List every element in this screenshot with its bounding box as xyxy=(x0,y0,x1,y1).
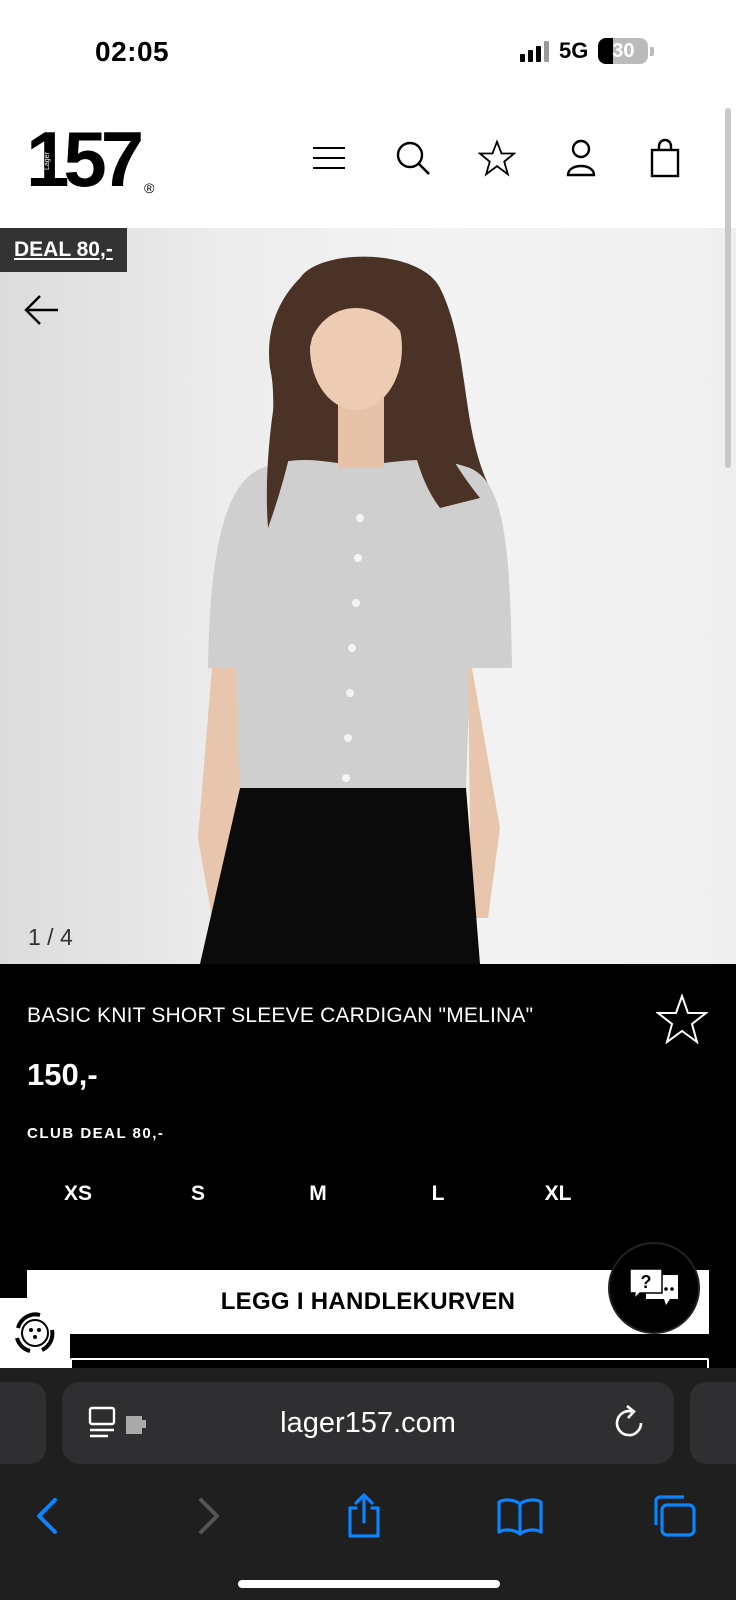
product-price: 150,- xyxy=(27,1057,98,1092)
url-text: lager157.com xyxy=(280,1407,456,1439)
status-time: 02:05 xyxy=(95,36,170,67)
size-option-xl[interactable]: XL xyxy=(508,1174,608,1214)
status-indicators: 5G 30 xyxy=(520,38,655,64)
reload-icon[interactable] xyxy=(610,1404,648,1442)
back-icon[interactable] xyxy=(22,1490,74,1542)
forward-icon[interactable] xyxy=(182,1490,234,1542)
battery-tip xyxy=(650,46,655,56)
size-option-m[interactable]: M xyxy=(268,1174,368,1214)
favorite-star-icon[interactable] xyxy=(655,992,710,1046)
chat-widget-button[interactable]: ? xyxy=(608,1242,700,1334)
battery-icon: 30 xyxy=(598,38,649,64)
network-label: 5G xyxy=(559,38,589,63)
tabs-icon[interactable] xyxy=(648,1490,700,1542)
size-option-s[interactable]: S xyxy=(148,1174,248,1214)
search-icon[interactable] xyxy=(394,138,432,178)
user-icon[interactable] xyxy=(562,138,600,178)
share-icon[interactable] xyxy=(338,1490,390,1542)
product-info: BASIC KNIT SHORT SLEEVE CARDIGAN "MELINA… xyxy=(0,964,736,1372)
browser-nav xyxy=(0,1478,736,1558)
back-arrow-icon[interactable] xyxy=(22,290,62,330)
club-deal-price: CLUB DEAL 80,- xyxy=(27,1125,165,1142)
logo-lager: Lager xyxy=(44,152,51,170)
logo-number: 157 xyxy=(26,115,144,203)
chat-icon: ? xyxy=(629,1268,678,1305)
status-bar: 02:05 5G 30 xyxy=(0,0,736,100)
size-option-l[interactable]: L xyxy=(388,1174,488,1214)
menu-icon[interactable] xyxy=(310,138,348,178)
header-icons xyxy=(310,138,684,178)
logo-registered: ® xyxy=(144,180,155,196)
recycle-widget-icon xyxy=(15,1312,55,1353)
browser-toolbar: lager157.com xyxy=(0,1368,736,1600)
shopping-bag-icon[interactable] xyxy=(646,138,684,178)
address-bar[interactable]: lager157.com xyxy=(62,1382,674,1464)
star-icon[interactable] xyxy=(478,138,516,178)
previous-tab-preview[interactable] xyxy=(0,1382,46,1464)
product-title: BASIC KNIT SHORT SLEEVE CARDIGAN "MELINA… xyxy=(27,1004,534,1027)
accessibility-widget[interactable] xyxy=(0,1298,70,1368)
add-to-cart-button[interactable]: LEGG I HANDLEKURVEN xyxy=(27,1270,709,1334)
image-counter: 1 / 4 xyxy=(28,924,73,950)
size-selector: XS S M L XL xyxy=(28,1174,628,1214)
battery-level: 30 xyxy=(612,39,635,62)
svg-text:?: ? xyxy=(641,1272,652,1292)
deal-badge[interactable]: DEAL 80,- xyxy=(0,228,127,272)
signal-icon xyxy=(520,40,549,62)
logo[interactable]: 157 Lager ® xyxy=(26,120,154,198)
size-option-xs[interactable]: XS xyxy=(28,1174,128,1214)
next-tab-preview[interactable] xyxy=(690,1382,736,1464)
product-image[interactable]: DEAL 80,- 1 / 4 xyxy=(0,228,736,964)
scroll-indicator xyxy=(725,108,731,468)
site-header: 157 Lager ® xyxy=(0,100,736,228)
home-indicator xyxy=(238,1580,500,1588)
bookmarks-icon[interactable] xyxy=(494,1490,546,1542)
model-photo xyxy=(198,256,512,964)
